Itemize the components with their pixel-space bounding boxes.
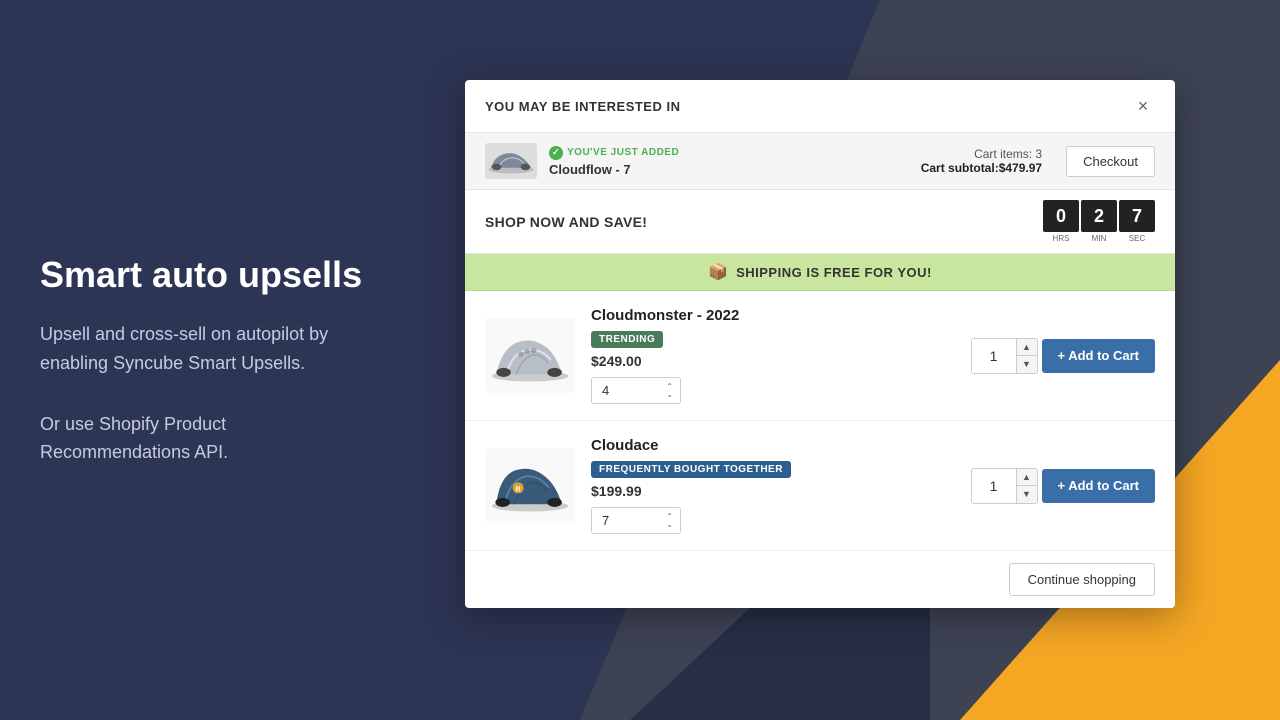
shipping-text: SHIPPING IS FREE FOR YOU!	[736, 265, 932, 280]
qty-spinners-1: ▲ ▼	[1016, 339, 1037, 373]
product-svg-2: R	[489, 456, 571, 516]
cart-summary: Cart items: 3 Cart subtotal:$479.97	[921, 147, 1042, 175]
upsell-modal: YOU MAY BE INTERESTED IN × ✓ YOU'VE JUST…	[465, 80, 1175, 608]
min-value: 2	[1081, 200, 1117, 232]
size-select-wrapper-2: 7 6 8 9	[591, 507, 681, 534]
cart-bar: ✓ YOU'VE JUST ADDED Cloudflow - 7 Cart i…	[465, 133, 1175, 190]
size-select-2[interactable]: 7 6 8 9	[591, 507, 681, 534]
add-to-cart-button-2[interactable]: + Add to Cart	[1042, 469, 1156, 503]
product-svg-1	[489, 326, 571, 386]
product-image-1	[485, 318, 575, 393]
hrs-value: 0	[1043, 200, 1079, 232]
qty-up-1[interactable]: ▲	[1017, 339, 1037, 356]
check-icon: ✓	[549, 146, 563, 160]
close-button[interactable]: ×	[1131, 94, 1155, 118]
sec-label: SEC	[1129, 234, 1145, 243]
svg-text:R: R	[515, 484, 521, 493]
heading: Smart auto upsells	[40, 253, 380, 296]
sec-value: 7	[1119, 200, 1155, 232]
qty-wrapper-2: ▲ ▼	[971, 468, 1038, 504]
product-details-2: Cloudace FREQUENTLY BOUGHT TOGETHER $199…	[591, 437, 955, 534]
shoe-svg	[487, 147, 535, 175]
qty-down-2[interactable]: ▼	[1017, 486, 1037, 503]
cart-product-image	[485, 143, 537, 179]
product-name-2: Cloudace	[591, 437, 955, 454]
cart-product-name: Cloudflow - 7	[549, 162, 909, 177]
product-actions-1: ▲ ▼ + Add to Cart	[971, 338, 1156, 374]
product-name-1: Cloudmonster - 2022	[591, 307, 955, 324]
modal-header: YOU MAY BE INTERESTED IN ×	[465, 80, 1175, 133]
qty-up-2[interactable]: ▲	[1017, 469, 1037, 486]
qty-input-1[interactable]	[972, 339, 1016, 373]
qty-wrapper-1: ▲ ▼	[971, 338, 1038, 374]
hrs-label: HRS	[1053, 234, 1070, 243]
paragraph1: Upsell and cross-sell on autopilot by en…	[40, 320, 380, 378]
countdown: 0 HRS 2 MIN 7 SEC	[1043, 200, 1155, 243]
subtotal-value: $479.97	[999, 161, 1042, 175]
paragraph2: Or use Shopify Product Recommendations A…	[40, 410, 380, 468]
modal-footer: Continue shopping	[465, 551, 1175, 608]
product-item: Cloudmonster - 2022 TRENDING $249.00 4 5…	[465, 291, 1175, 421]
left-panel: Smart auto upsells Upsell and cross-sell…	[0, 0, 420, 720]
product-actions-2: ▲ ▼ + Add to Cart	[971, 468, 1156, 504]
cart-added-label: ✓ YOU'VE JUST ADDED	[549, 146, 909, 160]
shipping-banner: 📦 SHIPPING IS FREE FOR YOU!	[465, 254, 1175, 291]
product-details-1: Cloudmonster - 2022 TRENDING $249.00 4 5…	[591, 307, 955, 404]
product-item-2: R Cloudace FREQUENTLY BOUGHT TOGETHER $1…	[465, 421, 1175, 551]
qty-input-2[interactable]	[972, 469, 1016, 503]
product-badge-2: FREQUENTLY BOUGHT TOGETHER	[591, 461, 791, 478]
product-price-1: $249.00	[591, 353, 955, 369]
add-to-cart-button-1[interactable]: + Add to Cart	[1042, 339, 1156, 373]
countdown-sec: 7 SEC	[1119, 200, 1155, 243]
qty-spinners-2: ▲ ▼	[1016, 469, 1037, 503]
shop-bar: SHOP NOW AND SAVE! 0 HRS 2 MIN 7 SEC	[465, 190, 1175, 254]
modal-title: YOU MAY BE INTERESTED IN	[485, 99, 680, 114]
truck-icon: 📦	[708, 262, 728, 282]
qty-down-1[interactable]: ▼	[1017, 356, 1037, 373]
continue-shopping-button[interactable]: Continue shopping	[1009, 563, 1155, 596]
size-select-1[interactable]: 4 5 6 7 8	[591, 377, 681, 404]
product-price-2: $199.99	[591, 483, 955, 499]
min-label: MIN	[1092, 234, 1107, 243]
shop-now-text: SHOP NOW AND SAVE!	[485, 214, 647, 230]
cart-subtotal: Cart subtotal:$479.97	[921, 161, 1042, 175]
countdown-min: 2 MIN	[1081, 200, 1117, 243]
cart-added-info: ✓ YOU'VE JUST ADDED Cloudflow - 7	[549, 146, 909, 177]
product-image-2: R	[485, 448, 575, 523]
products-list: Cloudmonster - 2022 TRENDING $249.00 4 5…	[465, 291, 1175, 551]
cart-items-count: Cart items: 3	[921, 147, 1042, 161]
size-select-wrapper-1: 4 5 6 7 8	[591, 377, 681, 404]
checkout-button[interactable]: Checkout	[1066, 146, 1155, 177]
product-badge-1: TRENDING	[591, 331, 663, 348]
countdown-hrs: 0 HRS	[1043, 200, 1079, 243]
